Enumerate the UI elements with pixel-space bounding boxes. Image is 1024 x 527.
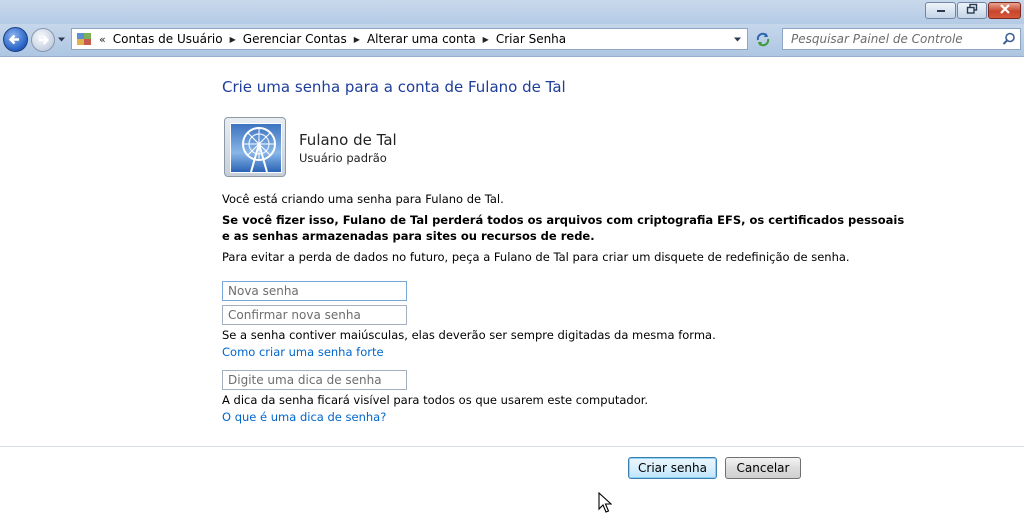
user-avatar (224, 117, 286, 177)
warning-text-line1: Se você fizer isso, Fulano de Tal perder… (222, 213, 905, 227)
forward-arrow-icon (39, 35, 50, 45)
confirm-password-placeholder: Confirmar nova senha (228, 308, 361, 322)
refresh-button[interactable] (752, 28, 774, 50)
password-hint-help-link[interactable]: O que é uma dica de senha? (222, 410, 386, 424)
maximize-button[interactable] (957, 2, 987, 19)
page-title: Crie uma senha para a conta de Fulano de… (222, 78, 566, 96)
search-placeholder: Pesquisar Painel de Controle (791, 32, 963, 46)
breadcrumb-separator-icon[interactable]: ▶ (227, 35, 239, 44)
create-password-button[interactable]: Criar senha (628, 457, 717, 479)
search-icon[interactable] (1002, 32, 1016, 46)
user-name: Fulano de Tal (299, 131, 397, 149)
breadcrumb-separator-icon[interactable]: ▶ (351, 35, 363, 44)
intro-text: Você está criando uma senha para Fulano … (222, 192, 504, 206)
refresh-icon (756, 32, 770, 47)
minimize-button[interactable] (925, 2, 956, 19)
close-button[interactable] (988, 2, 1021, 19)
breadcrumb-contas-de-usuario[interactable]: Contas de Usuário (109, 32, 227, 46)
forward-button[interactable] (31, 28, 55, 52)
strong-password-link[interactable]: Como criar uma senha forte (222, 345, 384, 359)
address-dropdown-icon[interactable] (733, 35, 742, 44)
new-password-field[interactable]: Nova senha (222, 281, 407, 301)
recent-pages-dropdown-icon[interactable] (57, 35, 66, 44)
search-box[interactable]: Pesquisar Painel de Controle (782, 28, 1021, 50)
mouse-pointer-icon (598, 492, 612, 513)
cancel-button[interactable]: Cancelar (725, 457, 801, 479)
back-button[interactable] (3, 27, 28, 52)
breadcrumb-alterar-uma-conta[interactable]: Alterar uma conta (363, 32, 480, 46)
footer-divider (0, 446, 1024, 447)
warning-text-line2: e as senhas armazenadas para sites ou re… (222, 229, 595, 243)
address-bar[interactable]: « Contas de Usuário ▶ Gerenciar Contas ▶… (71, 28, 748, 50)
minimize-icon (936, 10, 945, 12)
navigation-bar: « Contas de Usuário ▶ Gerenciar Contas ▶… (0, 24, 1024, 57)
hint-visibility-note: A dica da senha ficará visível para todo… (222, 393, 649, 407)
password-hint-field[interactable]: Digite uma dica de senha (222, 370, 407, 390)
control-panel-icon (77, 33, 91, 45)
breadcrumb-overflow-icon[interactable]: « (96, 33, 109, 46)
user-account-type: Usuário padrão (299, 151, 387, 165)
breadcrumb-criar-senha[interactable]: Criar Senha (492, 32, 570, 46)
case-sensitivity-note: Se a senha contiver maiúsculas, elas dev… (222, 328, 716, 342)
close-icon (999, 4, 1010, 14)
advice-text: Para evitar a perda de dados no futuro, … (222, 250, 850, 264)
back-arrow-icon (8, 34, 19, 45)
new-password-placeholder: Nova senha (228, 284, 299, 298)
confirm-password-field[interactable]: Confirmar nova senha (222, 305, 407, 325)
restore-icon (966, 3, 978, 14)
title-bar (0, 0, 1024, 24)
breadcrumb-separator-icon[interactable]: ▶ (480, 35, 492, 44)
breadcrumb-gerenciar-contas[interactable]: Gerenciar Contas (239, 32, 351, 46)
ferris-wheel-picture-icon (242, 127, 276, 172)
password-hint-placeholder: Digite uma dica de senha (228, 373, 382, 387)
